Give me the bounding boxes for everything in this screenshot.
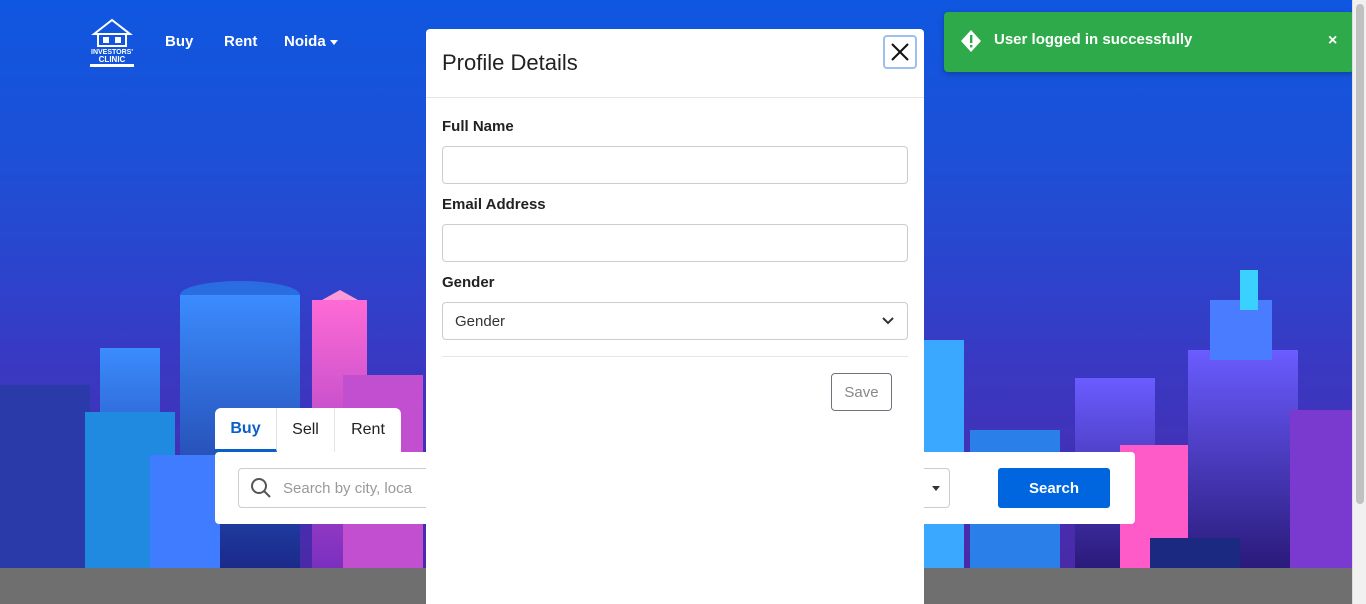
full-name-field[interactable]	[442, 146, 908, 184]
save-button[interactable]: Save	[831, 373, 892, 411]
svg-text:CLINIC: CLINIC	[99, 55, 126, 64]
chevron-down-icon	[882, 317, 894, 325]
investors-clinic-logo[interactable]: INVESTORS' CLINIC	[86, 16, 138, 68]
nav-city-label: Noida	[284, 33, 326, 50]
tab-rent[interactable]: Rent	[335, 408, 401, 452]
nav-city-dropdown[interactable]: Noida	[284, 33, 338, 50]
nav-link-rent[interactable]: Rent	[224, 33, 257, 50]
search-tabs: Buy Sell Rent	[215, 408, 401, 452]
page-scrollbar[interactable]	[1352, 0, 1366, 604]
tab-buy[interactable]: Buy	[215, 408, 277, 452]
search-placeholder: Search by city, loca	[283, 479, 412, 497]
search-button[interactable]: Search	[998, 468, 1110, 508]
gender-label: Gender	[442, 274, 495, 291]
scrollbar-thumb[interactable]	[1356, 4, 1364, 504]
toast-close-button[interactable]: ×	[1328, 32, 1337, 50]
close-icon	[891, 43, 909, 61]
email-label: Email Address	[442, 196, 546, 213]
tab-sell[interactable]: Sell	[277, 408, 335, 452]
logo-house-icon: INVESTORS' CLINIC	[90, 18, 134, 67]
caret-down-icon	[931, 485, 940, 491]
search-icon	[239, 477, 283, 499]
modal-title: Profile Details	[442, 50, 578, 75]
modal-divider	[442, 356, 908, 357]
email-field[interactable]	[442, 224, 908, 262]
nav-link-buy[interactable]: Buy	[165, 33, 193, 50]
property-type-dropdown[interactable]	[922, 468, 950, 508]
alert-diamond-icon	[961, 30, 981, 52]
success-toast: User logged in successfully ×	[944, 12, 1354, 72]
profile-details-modal: Profile Details Full Name Email Address …	[426, 29, 924, 604]
gender-select[interactable]: Gender	[442, 302, 908, 340]
toast-message: User logged in successfully	[994, 31, 1193, 48]
modal-header: Profile Details	[426, 29, 924, 98]
chevron-down-icon	[329, 39, 338, 45]
gender-selected-value: Gender	[455, 312, 506, 330]
full-name-label: Full Name	[442, 118, 514, 135]
modal-close-button[interactable]	[883, 35, 917, 69]
